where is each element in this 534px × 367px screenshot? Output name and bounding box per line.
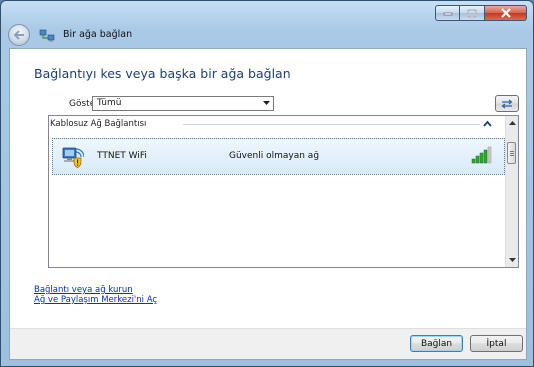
- scroll-thumb[interactable]: [507, 142, 516, 164]
- signal-bar: [483, 149, 488, 164]
- vertical-scrollbar[interactable]: [505, 116, 518, 267]
- wireless-network-warning-icon: [62, 147, 84, 168]
- minimize-icon: [443, 12, 452, 16]
- back-arrow-icon: [13, 30, 24, 40]
- group-label: Kablosuz Ağ Bağlantısı: [50, 119, 147, 129]
- minimize-button[interactable]: [435, 5, 460, 21]
- content-panel: Bağlantıyı kes veya başka bir ağa bağlan…: [9, 48, 527, 360]
- sharing-center-link[interactable]: Ağ ve Paylaşım Merkezi'ni Aç: [34, 295, 157, 305]
- network-connect-icon: [39, 29, 55, 42]
- network-security-status: Güvenli olmayan ağ: [229, 151, 320, 161]
- scroll-up-button[interactable]: [506, 117, 518, 129]
- chevron-down-icon: [263, 101, 270, 105]
- network-name: TTNET WiFi: [97, 151, 147, 161]
- refresh-icon: [501, 99, 513, 108]
- close-icon: [500, 8, 511, 18]
- caption-buttons: [435, 5, 527, 22]
- close-button[interactable]: [485, 5, 527, 21]
- scroll-grip-line: [510, 151, 514, 152]
- dialog-window: Bir ağa bağlan Bağlantıyı kes veya başka…: [0, 0, 534, 367]
- maximize-icon: [467, 8, 477, 18]
- cancel-button[interactable]: İptal: [470, 335, 523, 352]
- signal-strength-icon: [471, 146, 492, 164]
- scroll-down-arrow-icon: [508, 258, 516, 262]
- refresh-button[interactable]: [495, 95, 519, 112]
- maximize-button[interactable]: [460, 5, 485, 21]
- scroll-grip-line: [510, 153, 514, 154]
- button-bar: Bağlan İptal: [10, 328, 526, 359]
- scroll-grip-line: [510, 155, 514, 156]
- scroll-down-button[interactable]: [506, 254, 518, 266]
- network-item[interactable]: TTNET WiFi Güvenli olmayan ağ: [52, 138, 505, 175]
- window-title: Bir ağa bağlan: [63, 29, 133, 40]
- network-list[interactable]: Kablosuz Ağ Bağlantısı TTNET WiFi Güvenl…: [48, 115, 519, 268]
- scroll-up-arrow-icon: [508, 121, 516, 125]
- show-filter-value: Tümü: [97, 98, 122, 108]
- group-divider: [183, 124, 480, 125]
- group-header[interactable]: Kablosuz Ağ Bağlantısı: [49, 116, 507, 132]
- chevron-up-icon[interactable]: [483, 120, 492, 127]
- signal-bar: [471, 158, 476, 164]
- back-button[interactable]: [8, 24, 30, 46]
- setup-connection-link[interactable]: Bağlantı veya ağ kurun: [34, 285, 133, 295]
- page-heading: Bağlantıyı kes veya başka bir ağa bağlan: [34, 66, 291, 81]
- signal-bar: [479, 152, 484, 164]
- signal-bar: [487, 146, 492, 164]
- show-filter-select[interactable]: Tümü: [92, 96, 274, 111]
- connect-button[interactable]: Bağlan: [410, 335, 463, 352]
- signal-bar: [475, 155, 480, 164]
